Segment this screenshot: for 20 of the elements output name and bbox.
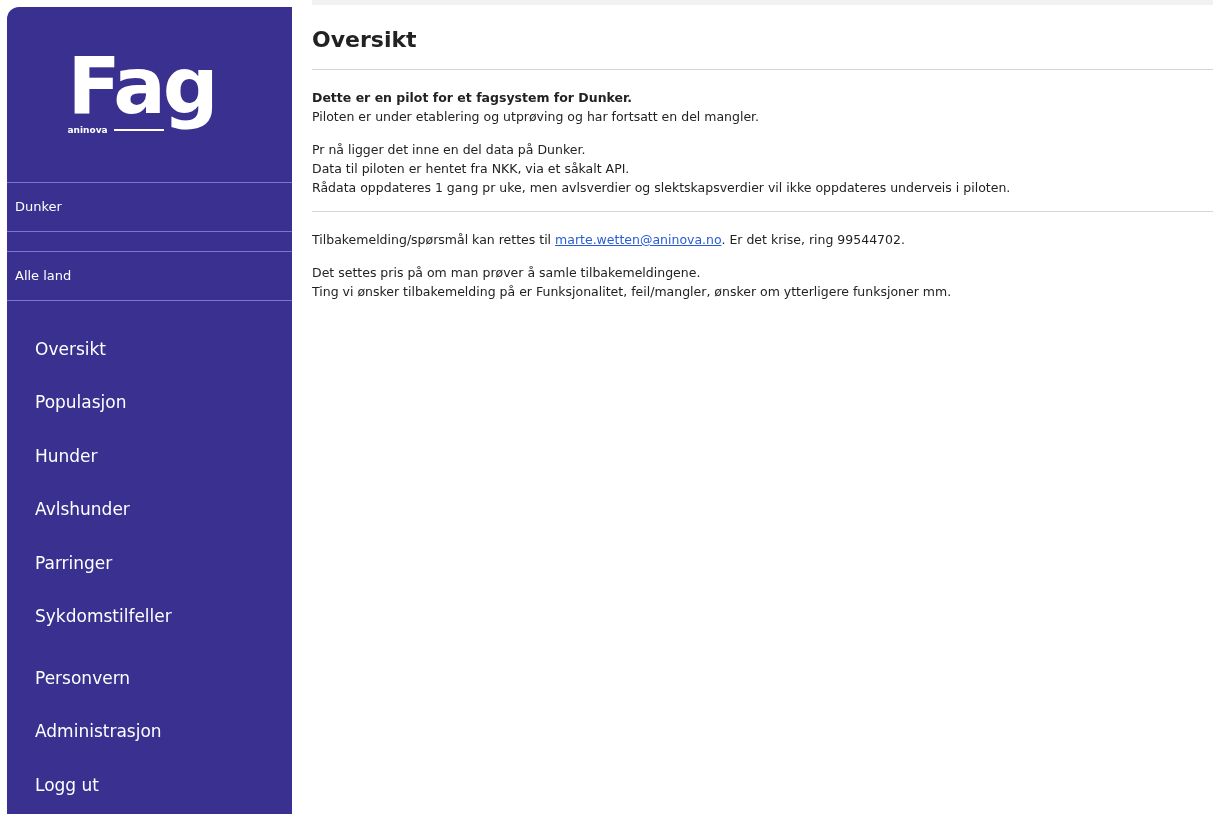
info-text: Ting vi ønsker tilbakemelding på er Funksjonalitet, feil/mangler, ønsker om ytterligere funksjoner mm. [312, 283, 953, 301]
info-text: Det settes pris på om man prøver å samle tilbakemeldingene. [312, 264, 702, 282]
intro-heading: Dette er en pilot for et fagsystem for Dunker. [312, 89, 634, 107]
info-text: Data til piloten er hentet fra NKK, via et såkalt API. [312, 160, 631, 178]
country-selector[interactable]: Alle land [7, 251, 292, 301]
contact-text: Tilbakemelding/spørsmål kan rettes til marte.wetten@aninova.no. Er det krise, ring 99544702. [312, 231, 906, 249]
nav-link[interactable]: Administrasjon [7, 707, 292, 761]
nav-link[interactable]: Oversikt [7, 324, 292, 378]
info-text: Piloten er under etablering og utprøving og har fortsatt en del mangler. [312, 108, 761, 126]
nav-link[interactable]: Avlshunder [7, 485, 292, 539]
breed-selector[interactable]: Dunker [7, 183, 292, 233]
nav-link[interactable]: Hunder [7, 431, 292, 485]
page-title: Oversikt [312, 27, 418, 52]
nav-link[interactable]: Personvern [7, 653, 292, 707]
info-text: Rådata oppdateres 1 gang pr uke, men avlsverdier og slektskapsverdier vil ikke oppdateres underveis i piloten. [312, 179, 1012, 197]
nav-link[interactable]: Populasjon [7, 378, 292, 432]
nav-link[interactable]: Parringer [7, 538, 292, 592]
info-text: Pr nå ligger det inne en del data på Dunker. [312, 141, 587, 159]
nav-link[interactable]: Logg ut [7, 760, 292, 814]
nav-link[interactable]: Sykdomstilfeller [7, 592, 292, 646]
